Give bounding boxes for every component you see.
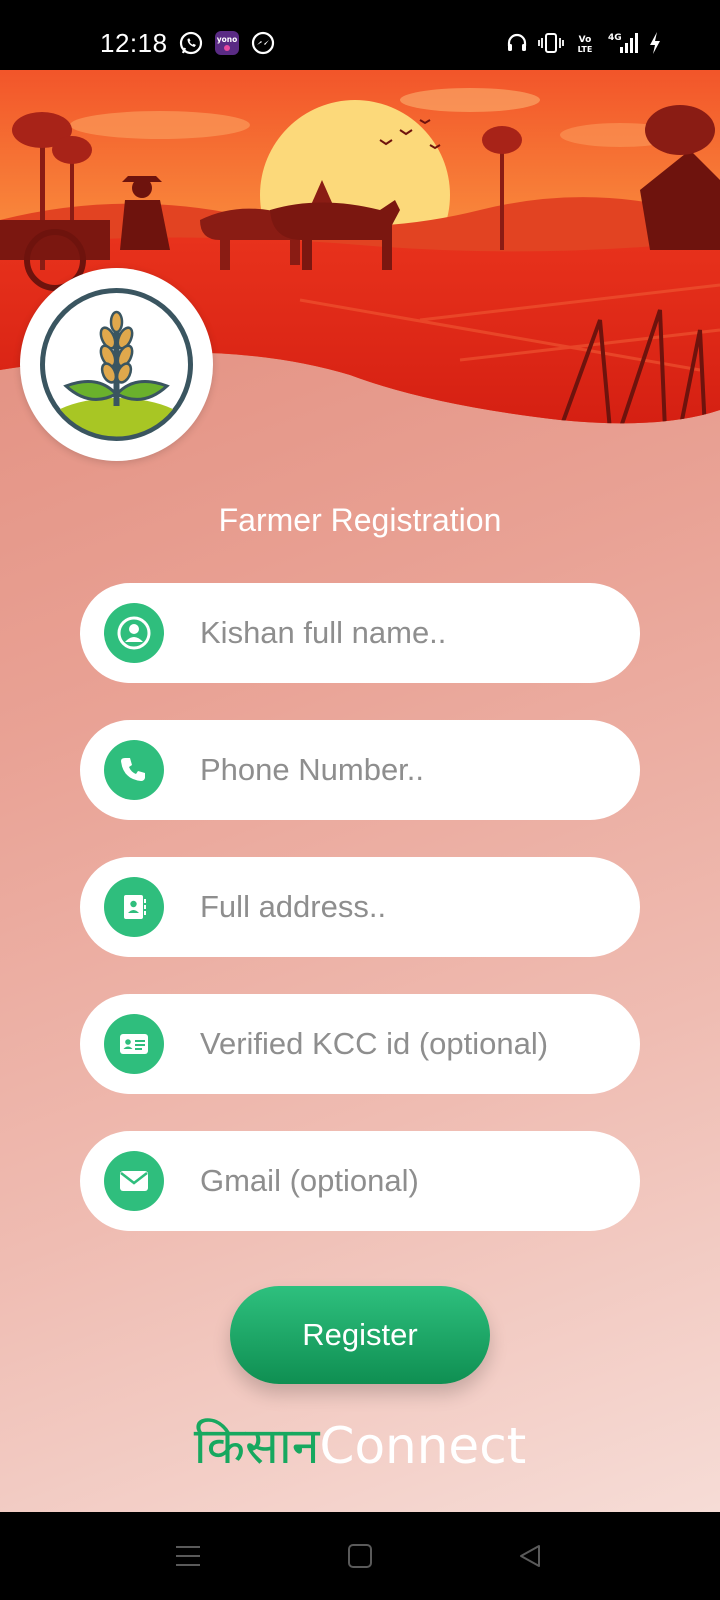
- menu-icon: [176, 1546, 200, 1566]
- kcc-id-input[interactable]: [200, 994, 620, 1094]
- register-button[interactable]: Register: [230, 1286, 490, 1384]
- brand-wordmark: किसानConnect: [0, 1410, 720, 1478]
- envelope-icon: [104, 1151, 164, 1211]
- address-field[interactable]: [80, 857, 640, 957]
- id-card-icon: [104, 1014, 164, 1074]
- name-input[interactable]: [200, 583, 620, 683]
- wheat-plant-logo-icon: [40, 288, 193, 441]
- svg-text:4G: 4G: [608, 33, 622, 43]
- back-triangle-icon: [520, 1545, 540, 1567]
- user-icon: [104, 603, 164, 663]
- address-book-icon: [104, 877, 164, 937]
- brand-english-text: Connect: [319, 1417, 527, 1475]
- gmail-input[interactable]: [200, 1131, 620, 1231]
- name-field[interactable]: [80, 583, 640, 683]
- vibrate-icon: [538, 33, 564, 53]
- registration-screen: Farmer Registration Kishan full name.. P…: [0, 70, 720, 1512]
- volte-icon: Vo LTE: [578, 35, 593, 54]
- svg-text:Vo: Vo: [579, 35, 592, 45]
- brand-hindi-text: किसान: [193, 1417, 320, 1475]
- phone-input[interactable]: [200, 720, 620, 820]
- yono-sbi-icon: yono: [215, 31, 239, 55]
- charging-icon: [650, 32, 660, 54]
- svg-text:LTE: LTE: [578, 45, 593, 54]
- home-button[interactable]: [340, 1536, 380, 1576]
- headset-icon: [507, 33, 527, 51]
- phone-icon: [104, 740, 164, 800]
- whatsapp-icon: [179, 31, 203, 55]
- page-title: Farmer Registration: [218, 502, 502, 538]
- back-button[interactable]: [510, 1536, 550, 1576]
- messenger-icon: [251, 31, 275, 55]
- menu-button[interactable]: [168, 1536, 208, 1576]
- phone-field[interactable]: [80, 720, 640, 820]
- status-bar: 12:18 yono Vo LTE 4G: [0, 0, 720, 70]
- kcc-id-field[interactable]: [80, 994, 640, 1094]
- svg-text:yono: yono: [217, 35, 238, 44]
- status-time: 12:18: [100, 28, 168, 58]
- gmail-field[interactable]: [80, 1131, 640, 1231]
- system-navigation-bar: [0, 1512, 720, 1600]
- signal-4g-icon: 4G: [608, 33, 638, 53]
- home-square-icon: [348, 1544, 372, 1568]
- address-input[interactable]: [200, 857, 620, 957]
- app-logo: [20, 268, 213, 461]
